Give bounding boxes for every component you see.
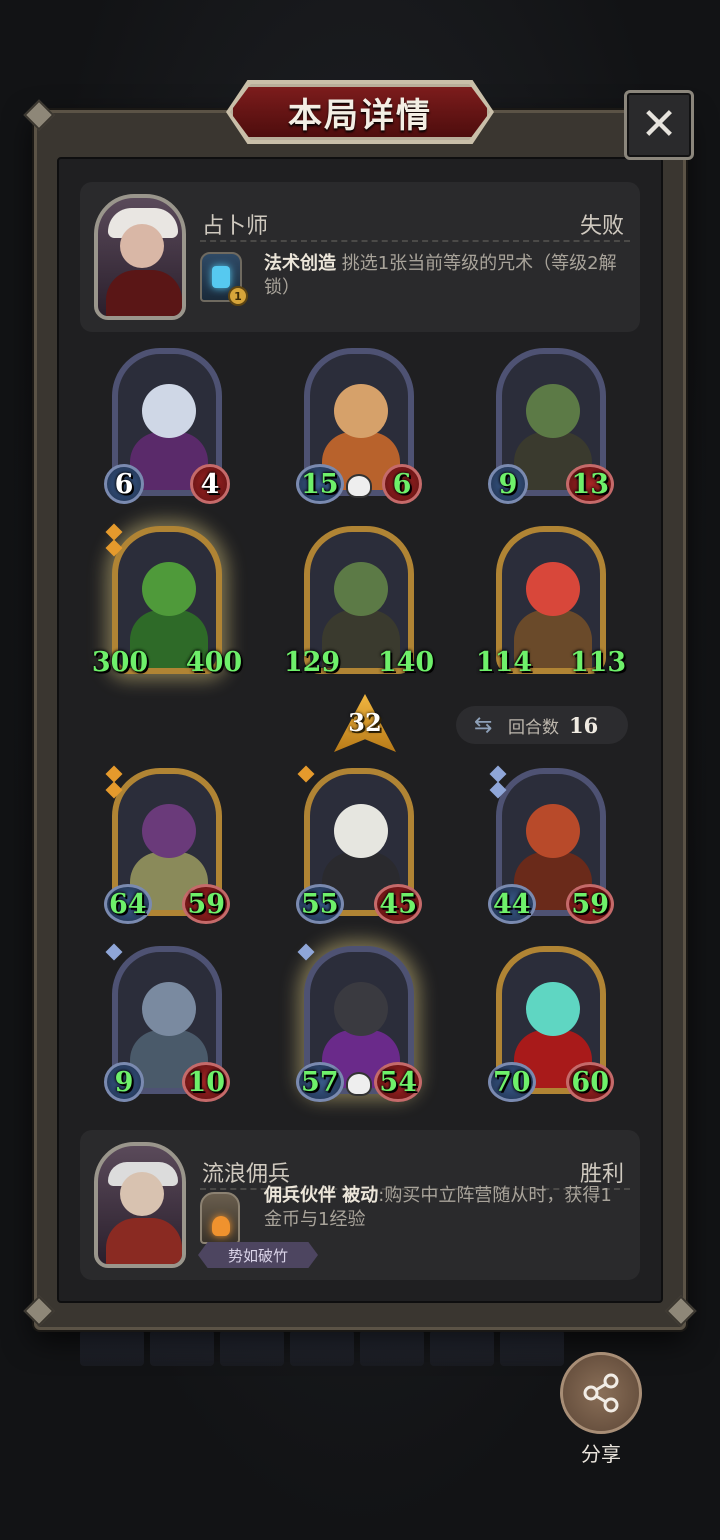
deathrattle-skull-icon: [346, 1072, 372, 1096]
minion-card[interactable]: 15 6: [296, 348, 422, 504]
hero-power-name: 法术创造: [264, 253, 336, 274]
attack-stat: 9: [104, 1062, 144, 1102]
player-hero-card: 流浪佣兵 胜利 佣兵伙伴 被动:购买中立阵营随从时，获得1金币与1经验 势如破竹: [80, 1130, 640, 1280]
health-stat: 54: [374, 1062, 422, 1102]
tier-value: 32: [348, 708, 382, 737]
health-stat: 60: [566, 1062, 614, 1102]
hero-result: 失败: [579, 214, 624, 239]
attack-stat: 70: [488, 1062, 536, 1102]
health-stat: 4: [190, 464, 230, 504]
health-stat: 59: [182, 884, 230, 924]
minion-card[interactable]: 55 45: [296, 765, 422, 924]
attack-stat: 44: [488, 884, 536, 924]
title-plaque: 本局详情: [230, 84, 490, 140]
hero-power-icon[interactable]: [200, 1192, 240, 1244]
background-board-strip: [80, 1330, 580, 1366]
deathrattle-skull-icon: [346, 474, 372, 498]
hero-power-icon[interactable]: 1: [200, 252, 248, 306]
minion-card[interactable]: 9 13: [488, 348, 614, 504]
hero-power-name: 佣兵伙伴: [264, 1185, 336, 1206]
minion-card[interactable]: 70 60: [488, 946, 614, 1102]
swap-icon: ⇆: [474, 712, 493, 738]
attack-stat: 9: [488, 464, 528, 504]
hero-portrait[interactable]: [94, 194, 186, 320]
attack-stat: 129: [283, 646, 341, 678]
health-stat: 6: [382, 464, 422, 504]
health-stat: 113: [569, 646, 627, 678]
attack-stat: 114: [475, 646, 533, 678]
attack-stat: 64: [104, 884, 152, 924]
attack-stat: 57: [296, 1062, 344, 1102]
power-cost-coin: 1: [228, 286, 248, 306]
health-stat: 13: [566, 464, 614, 504]
minion-card[interactable]: 44 59: [488, 765, 614, 924]
hero-name: 占卜师: [202, 214, 269, 239]
hero-portrait[interactable]: [94, 1142, 186, 1268]
close-icon: ✕: [640, 99, 678, 150]
share-button[interactable]: [560, 1352, 642, 1434]
turn-value: 16: [569, 712, 599, 738]
minion-card[interactable]: 64 59: [104, 765, 230, 924]
minion-card[interactable]: 114 113: [476, 526, 626, 678]
close-button[interactable]: ✕: [624, 90, 694, 160]
share-icon: [583, 1373, 619, 1413]
minion-card[interactable]: 64: [104, 348, 230, 504]
turn-label: 回合数: [508, 717, 559, 738]
streak-badge: 势如破竹: [198, 1242, 318, 1268]
opponent-hero-card: 占卜师 失败 1 法术创造 挑选1张当前等级的咒术（等级2解锁）: [80, 182, 640, 332]
health-stat: 45: [374, 884, 422, 924]
attack-stat: 55: [296, 884, 344, 924]
hero-power-text: 佣兵伙伴 被动:购买中立阵营随从时，获得1金币与1经验: [264, 1184, 624, 1232]
hero-power-text: 法术创造 挑选1张当前等级的咒术（等级2解锁）: [264, 252, 624, 300]
minion-card[interactable]: 9 10: [104, 943, 230, 1102]
health-stat: 140: [377, 646, 435, 678]
attack-stat: 6: [104, 464, 144, 504]
attack-stat: 15: [296, 464, 344, 504]
health-stat: 10: [182, 1062, 230, 1102]
divider: [200, 240, 630, 242]
health-stat: 59: [566, 884, 614, 924]
health-stat: 400: [185, 646, 243, 678]
panel-title: 本局详情: [288, 95, 432, 136]
hero-power-tag: 被动: [336, 1185, 379, 1206]
minion-card[interactable]: 300 400: [92, 523, 242, 678]
minion-card[interactable]: 129 140: [284, 526, 434, 678]
minion-card[interactable]: 57 54: [296, 943, 422, 1102]
turn-counter: ⇆ 回合数 16: [456, 706, 628, 744]
attack-stat: 300: [91, 646, 149, 678]
share-label: 分享: [581, 1442, 621, 1466]
